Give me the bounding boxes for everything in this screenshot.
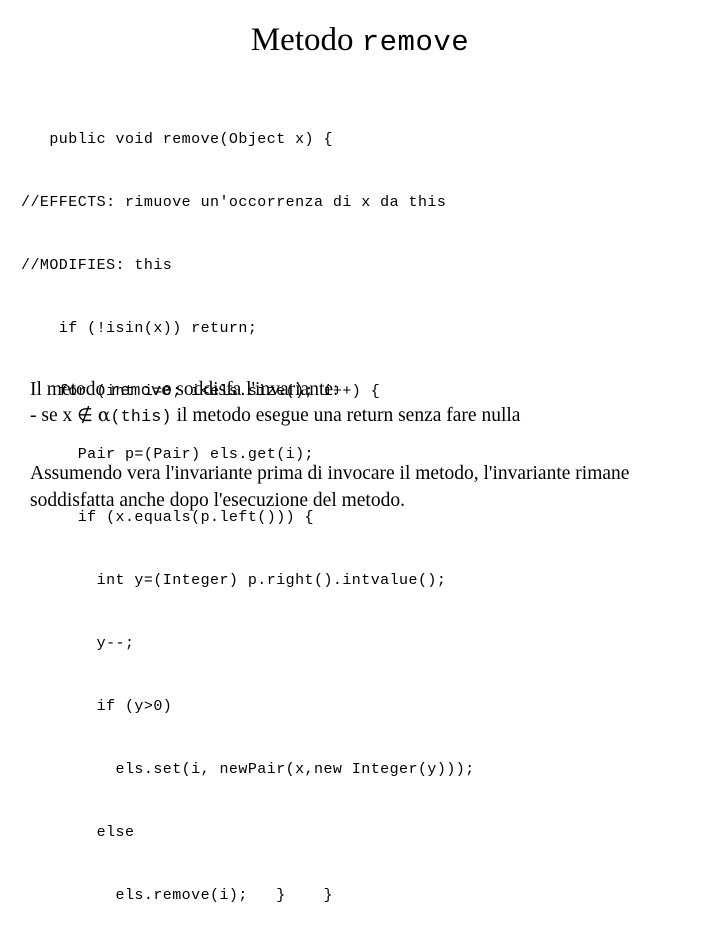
code-line: if (!isin(x)) return; — [21, 320, 258, 337]
invariant-line1-pre: Il metodo — [30, 379, 111, 400]
invariant-paragraph: Il metodo remove soddisfa l'invariante: … — [30, 377, 520, 429]
invariant-line2-post: il metodo esegue una return senza fare n… — [171, 405, 521, 426]
page-title: Metodo remove — [0, 22, 720, 59]
code-line: else — [21, 824, 135, 841]
invariant-line-1: Il metodo remove soddisfa l'invariante: — [30, 377, 520, 403]
code-line: if (y>0) — [21, 698, 173, 715]
page-title-serif-part: Metodo — [250, 22, 354, 58]
invariant-line2-this-arg: (this) — [110, 407, 172, 426]
not-element-of-icon: ∉ — [77, 405, 93, 426]
slide-canvas: Metodo remove public void remove(Object … — [0, 0, 720, 905]
code-line: //EFFECTS: rimuove un'occorrenza di x da… — [21, 194, 447, 211]
code-line: //MODIFIES: this — [21, 257, 173, 274]
invariant-line1-post: soddisfa l'invariante: — [171, 379, 339, 400]
code-line: int y=(Integer) p.right().intvalue(); — [21, 572, 447, 589]
assumption-paragraph: Assumendo vera l'invariante prima di inv… — [30, 463, 630, 511]
code-block: public void remove(Object x) { //EFFECTS… — [21, 87, 475, 948]
invariant-line2-pre: - se x — [30, 405, 78, 426]
invariant-line1-method-name: remove — [110, 381, 172, 400]
code-line: els.remove(i); } } — [21, 887, 333, 904]
code-line: y--; — [21, 635, 135, 652]
code-line: public void remove(Object x) { — [21, 131, 333, 148]
invariant-line-2: - se x ∉ α(this) il metodo esegue una re… — [30, 403, 520, 429]
alpha-symbol: α — [97, 404, 111, 426]
page-title-mono-part: remove — [361, 26, 470, 59]
code-line: els.set(i, newPair(x,new Integer(y))); — [21, 761, 475, 778]
